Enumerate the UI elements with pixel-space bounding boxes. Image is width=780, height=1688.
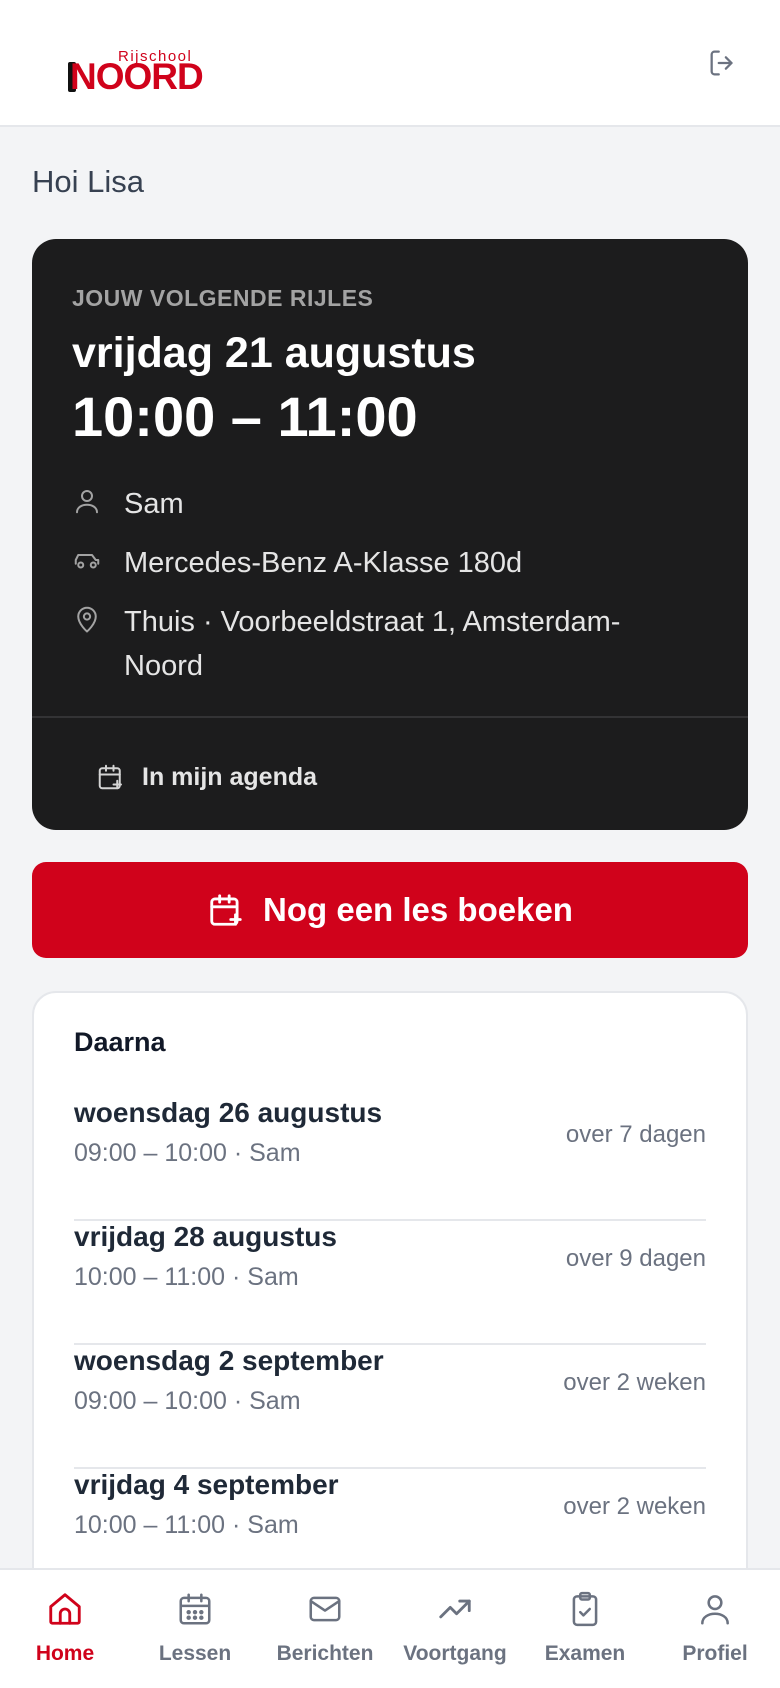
lesson-meta: 09:00 – 10:00 · Sam — [74, 1387, 301, 1415]
lesson-date: woensdag 2 september — [74, 1345, 384, 1376]
upcoming-title: Daarna — [74, 1027, 166, 1057]
trending-up-icon — [439, 1599, 471, 1619]
card-divider — [32, 716, 748, 718]
list-item[interactable]: woensdag 2 september 09:00 – 10:00 · Sam… — [74, 1345, 706, 1469]
nav-item-berichten[interactable]: Berichten — [260, 1570, 390, 1688]
calendar-icon — [179, 1593, 211, 1625]
nav-label: Examen — [544, 1642, 626, 1665]
lesson-relative-time: over 7 dagen — [565, 1121, 706, 1148]
mail-icon — [309, 1596, 341, 1622]
nav-item-examen[interactable]: Examen — [520, 1570, 650, 1688]
next-lesson-time: 10:00 – 11:00 — [72, 385, 418, 448]
lesson-meta: 09:00 – 10:00 · Sam — [74, 1139, 301, 1167]
lesson-date: vrijdag 4 september — [74, 1469, 339, 1500]
instructor-name: Sam — [124, 488, 184, 520]
app-header: Rijschool NOORD — [0, 0, 780, 127]
lesson-relative-time: over 2 weken — [563, 1369, 706, 1396]
upcoming-lessons-card: Daarna woensdag 26 augustus 09:00 – 10:0… — [32, 991, 748, 1631]
lesson-meta: 10:00 – 11:00 · Sam — [74, 1263, 299, 1291]
person-icon — [76, 490, 98, 514]
car-model: Mercedes-Benz A-Klasse 180d — [124, 547, 523, 579]
nav-label: Lessen — [158, 1642, 232, 1665]
nav-item-profiel[interactable]: Profiel — [650, 1570, 780, 1688]
logout-button[interactable] — [706, 46, 740, 80]
lesson-date: vrijdag 28 augustus — [74, 1221, 337, 1252]
next-lesson-date: vrijdag 21 augustus — [72, 329, 476, 377]
nav-label: Berichten — [276, 1642, 374, 1665]
greeting-text: Hoi Lisa — [32, 164, 144, 199]
car-row: Mercedes-Benz A-Klasse 180d — [72, 541, 684, 585]
lesson-meta: 10:00 – 11:00 · Sam — [74, 1511, 299, 1539]
calendar-plus-icon — [210, 894, 242, 926]
calendar-plus-icon — [98, 764, 122, 790]
logo-title: NOORD — [70, 56, 204, 97]
add-to-calendar-button[interactable]: In mijn agenda — [96, 757, 317, 797]
lesson-relative-time: over 2 weken — [563, 1493, 706, 1520]
nav-label: Profiel — [682, 1642, 748, 1665]
bottom-navigation: Home Lessen Berichten Voortgang Examen P… — [0, 1568, 780, 1688]
next-lesson-card: JOUW VOLGENDE RIJLES vrijdag 21 augustus… — [32, 239, 748, 830]
instructor-row: Sam — [72, 482, 684, 526]
lesson-relative-time: over 9 dagen — [565, 1245, 706, 1272]
book-lesson-label: Nog een les boeken — [263, 891, 573, 928]
add-to-calendar-label: In mijn agenda — [142, 762, 318, 791]
nav-label: Voortgang — [403, 1642, 507, 1665]
list-item[interactable]: vrijdag 28 augustus 10:00 – 11:00 · Sam … — [74, 1221, 706, 1345]
list-item[interactable]: woensdag 26 augustus 09:00 – 10:00 · Sam… — [74, 1097, 706, 1221]
map-pin-icon — [77, 606, 97, 633]
car-icon — [74, 554, 100, 569]
nav-item-lessen[interactable]: Lessen — [130, 1570, 260, 1688]
next-lesson-kicker: JOUW VOLGENDE RIJLES — [72, 285, 374, 311]
lesson-location: Thuis · Voorbeeldstraat 1, Amsterdam-Noo… — [124, 606, 621, 682]
nav-label: Home — [35, 1642, 95, 1665]
clipboard-check-icon — [572, 1591, 598, 1627]
home-icon — [49, 1593, 81, 1625]
logout-icon — [710, 50, 733, 76]
nav-item-voortgang[interactable]: Voortgang — [390, 1570, 520, 1688]
book-lesson-button[interactable]: Nog een les boeken — [32, 862, 748, 958]
lesson-date: woensdag 26 augustus — [74, 1097, 383, 1128]
rijschool-noord-logo[interactable]: Rijschool NOORD — [68, 48, 204, 97]
user-icon — [701, 1595, 729, 1625]
location-row: Thuis · Voorbeeldstraat 1, Amsterdam-Noo… — [72, 600, 684, 688]
nav-item-home[interactable]: Home — [0, 1570, 130, 1688]
